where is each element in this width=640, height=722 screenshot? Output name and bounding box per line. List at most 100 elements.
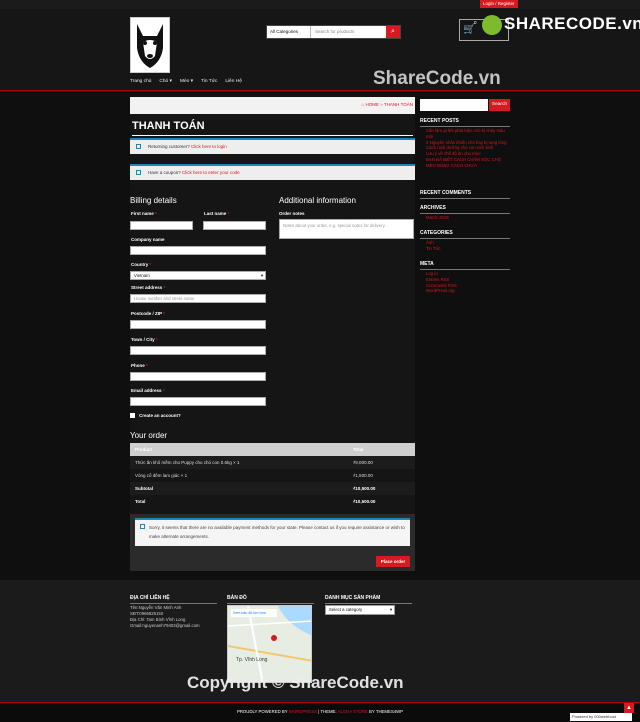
nav-item-contact[interactable]: Liên Hệ	[225, 79, 242, 87]
top-bar	[0, 0, 640, 9]
product-search: All Categories Search for products ⌕	[266, 25, 401, 39]
search-category-select[interactable]: All Categories	[267, 26, 311, 38]
archives-title: ARCHIVES	[420, 205, 510, 214]
table-row: Thức ăn khô mềm cho Puppy cho chó con 0.…	[130, 456, 415, 469]
sharecode-brand: SHARECODE.vn	[504, 14, 640, 33]
first-name-label: First name *	[131, 211, 157, 216]
create-account-label: Create an account?	[139, 413, 181, 418]
categories-list: Ảnh Tin Tức	[420, 240, 510, 252]
col-total: Total	[353, 447, 364, 452]
back-to-top-button[interactable]: ▲	[624, 703, 634, 713]
street-field[interactable]: House number and street name	[130, 294, 266, 303]
postcode-field[interactable]	[130, 320, 266, 329]
sharecode-logo-icon	[482, 14, 502, 35]
contact-info: Tên:Nguyễn Văn Minh Anh SĐT:0966825150 Đ…	[130, 605, 200, 629]
email-field[interactable]	[130, 397, 266, 406]
meta-title: META	[420, 261, 510, 270]
order-table-header: Product Total	[130, 443, 415, 456]
payment-message: Sorry, it seems that there are no availa…	[149, 525, 405, 539]
subtotal-row: Subtotal ₫10,500.00	[130, 482, 415, 495]
company-field[interactable]	[130, 246, 266, 255]
login-link[interactable]: Click here to login	[191, 144, 227, 149]
recent-comments-title: RECENT COMMENTS	[420, 190, 510, 199]
info-icon	[140, 524, 145, 529]
contact-title: ĐỊA CHỈ LIÊN HỆ	[130, 595, 217, 604]
create-account-checkbox[interactable]	[130, 413, 135, 418]
nav-item-news[interactable]: Tin Tức	[201, 79, 217, 87]
wordpress-link[interactable]: WORDPRESS	[289, 709, 317, 714]
nav-item-home[interactable]: Trang chủ	[130, 79, 151, 87]
postcode-label: Postcode / ZIP *	[131, 311, 165, 316]
login-register-link[interactable]: Login / Register	[480, 0, 518, 8]
sharecode-logo: SHARECODE.vn	[482, 14, 640, 36]
row-total: ₫1,500.00	[353, 473, 373, 478]
table-row: Vòng cổ đêm lam giác × 1 ₫1,500.00	[130, 469, 415, 482]
returning-customer-notice: Returning customer? Click here to login	[130, 138, 415, 154]
order-notes-label: Order notes	[279, 211, 305, 216]
list-item[interactable]: March 2019	[420, 215, 510, 221]
theme-link[interactable]: ALOHA STORE	[338, 709, 368, 714]
town-field[interactable]	[130, 346, 266, 355]
nav-item-cats[interactable]: Mèo ▾	[180, 79, 193, 87]
last-name-label: Last name *	[204, 211, 230, 216]
returning-text: Returning customer?	[148, 144, 190, 149]
your-order-heading: Your order	[130, 431, 168, 440]
categories-title: CATEGORIES	[420, 230, 510, 239]
coupon-notice: Have a coupon? Click here to enter your …	[130, 164, 415, 180]
billing-heading: Billing details	[130, 196, 177, 205]
coupon-text: Have a coupon?	[148, 170, 181, 175]
phone-field[interactable]	[130, 372, 266, 381]
search-input[interactable]: Search for products	[311, 26, 386, 38]
list-item[interactable]: WordPress.org	[420, 288, 510, 294]
street-label: Street address *	[131, 285, 166, 290]
meta-list: Log in Entries RSS Comments RSS WordPres…	[420, 271, 510, 294]
list-item[interactable]: Tin Tức	[420, 246, 510, 252]
info-icon	[136, 144, 141, 149]
breadcrumb-current: THANH TOÁN	[383, 102, 413, 107]
cart-count: 0	[474, 20, 477, 25]
map-larger-link[interactable]: Xem bản đồ lớn hơn	[231, 609, 277, 617]
sidebar-search-input[interactable]	[420, 99, 488, 111]
breadcrumb: ⌂ HOME » THANH TOÁN	[130, 97, 415, 114]
copyright-watermark: Copyright © ShareCode.vn	[187, 673, 404, 692]
last-name-field[interactable]	[203, 221, 266, 230]
row-total: ₫9,000.00	[353, 460, 373, 465]
country-select[interactable]: Vietnam ▾	[130, 271, 266, 280]
coupon-link[interactable]: Click here to enter your code	[182, 170, 240, 175]
chevron-up-icon: ▲	[626, 705, 632, 711]
subtotal-value: ₫10,500.00	[353, 486, 376, 491]
credits: PROUDLY POWERED BY WORDPRESS | THEME: AL…	[0, 709, 640, 714]
country-label: Country *	[131, 262, 152, 267]
site-logo[interactable]	[130, 17, 170, 73]
contact-line: Gmail:nguyenanh79403@gmail.com	[130, 623, 200, 628]
recent-posts-title: RECENT POSTS	[420, 118, 510, 127]
chevron-down-icon: ▾	[389, 607, 392, 612]
first-name-field[interactable]	[130, 221, 193, 230]
list-item[interactable]: BẠN ĐÃ BIẾT CÁCH CHĂM SÓC CHÓ MÈO ĐÚNG C…	[420, 157, 510, 169]
sidebar-search-button[interactable]: Search	[489, 99, 510, 111]
home-icon: ⌂	[361, 102, 365, 107]
credits-text: BY THEMES4WP	[369, 709, 404, 714]
total-row: Total ₫10,500.00	[130, 495, 415, 508]
nav-item-dogs[interactable]: Chó ▾	[159, 79, 172, 87]
product-category-title: DANH MỤC SẢN PHẨM	[325, 595, 412, 604]
map-embed[interactable]: Xem bản đồ lớn hơn Tp. Vĩnh Long	[227, 605, 312, 683]
powered-by-badge[interactable]: Powered by 000webhost	[570, 713, 632, 721]
order-notes-field[interactable]: Notes about your order, e.g. special not…	[279, 219, 414, 239]
payment-notice: Sorry, it seems that there are no availa…	[135, 518, 410, 546]
recent-posts-list: Cần làm gì khi phát hiện chó bị chảy máu…	[420, 128, 510, 169]
company-label: Company name	[131, 237, 165, 242]
map-title: BẢN ĐỒ	[227, 595, 314, 604]
search-icon[interactable]: ⌕	[386, 26, 400, 38]
row-product: Vòng cổ đêm lam giác × 1	[135, 473, 188, 478]
category-select[interactable]: Select a category ▾	[325, 605, 395, 615]
phone-label: Phone *	[131, 363, 148, 368]
header-divider	[0, 90, 640, 91]
map-graphic	[228, 606, 311, 682]
archives-list: March 2019	[420, 215, 510, 221]
total-label: Total	[135, 499, 146, 504]
breadcrumb-home[interactable]: HOME	[365, 102, 379, 107]
list-item[interactable]: Cần làm gì khi phát hiện chó bị chảy máu…	[420, 128, 510, 140]
col-product: Product	[135, 447, 153, 452]
place-order-button[interactable]: Place order	[376, 556, 410, 567]
